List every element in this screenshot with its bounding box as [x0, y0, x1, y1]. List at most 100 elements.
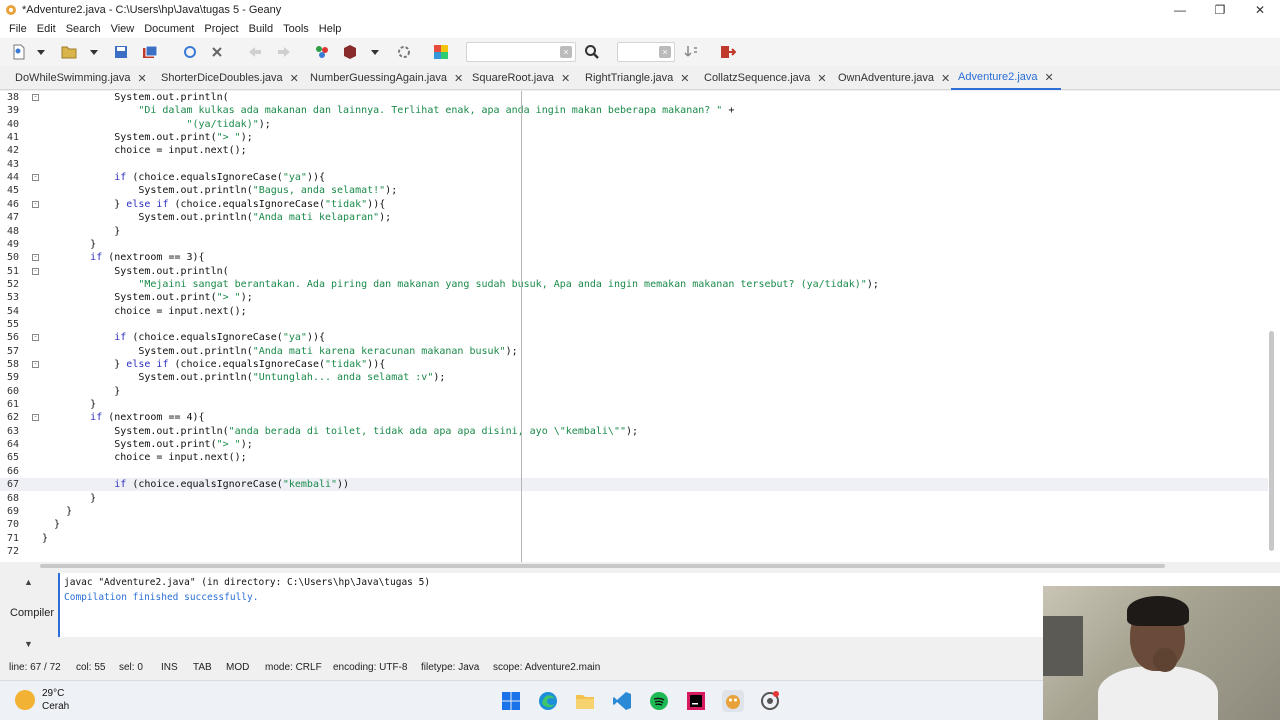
quit-icon[interactable]	[719, 43, 737, 61]
code-line[interactable]: 38 - System.out.println(	[0, 91, 1268, 104]
tab-collatzsequence[interactable]: CollatzSequence.java ✕	[704, 66, 827, 90]
close-tab-icon[interactable]: ✕	[290, 72, 299, 85]
fold-marker-icon[interactable]: -	[32, 414, 39, 422]
tab-adventure2[interactable]: Adventure2.java ✕	[951, 66, 1061, 90]
fold-marker-icon[interactable]: -	[32, 334, 39, 342]
spotify-icon[interactable]	[648, 690, 670, 712]
code-line[interactable]: 41 System.out.print("> ");	[0, 131, 1268, 144]
code-line[interactable]: 40 "(ya/tidak)");	[0, 118, 1268, 131]
tab-squareroot[interactable]: SquareRoot.java ✕	[472, 66, 570, 90]
close-tab-icon[interactable]: ✕	[561, 72, 570, 85]
tab-numberguessingagain[interactable]: NumberGuessingAgain.java ✕	[310, 66, 463, 90]
code-line[interactable]: 64 System.out.print("> ");	[0, 438, 1268, 451]
geany-icon[interactable]	[722, 690, 744, 712]
goto-line-input[interactable]: ×	[617, 42, 675, 62]
menu-tools[interactable]: Tools	[278, 23, 314, 35]
code-line[interactable]: 48 }	[0, 225, 1268, 238]
new-file-icon[interactable]	[10, 43, 28, 61]
code-line[interactable]: 51 - System.out.println(	[0, 265, 1268, 278]
weather-sun-icon[interactable]	[15, 690, 35, 710]
minimize-button[interactable]: —	[1160, 0, 1200, 20]
clear-goto-icon[interactable]: ×	[659, 46, 671, 58]
code-line[interactable]: 39 "Di dalam kulkas ada makanan dan lain…	[0, 104, 1268, 117]
panel-scroll-down-icon[interactable]: ▼	[24, 639, 33, 649]
goto-line-icon[interactable]	[682, 43, 700, 61]
code-line[interactable]: 70 }	[0, 518, 1268, 531]
code-line[interactable]: 66	[0, 465, 1268, 478]
navigate-forward-icon[interactable]	[275, 43, 293, 61]
fold-marker-icon[interactable]: -	[32, 267, 39, 275]
compile-icon[interactable]	[313, 43, 331, 61]
code-line[interactable]: 50 - if (nextroom == 3){	[0, 251, 1268, 264]
code-line[interactable]: 68 }	[0, 492, 1268, 505]
open-dropdown-icon[interactable]	[87, 43, 101, 61]
tab-shorterdicedoubles[interactable]: ShorterDiceDoubles.java ✕	[161, 66, 299, 90]
code-editor[interactable]: 38- System.out.println(39 "Di dalam kulk…	[0, 91, 1280, 562]
save-icon[interactable]	[112, 43, 130, 61]
menu-build[interactable]: Build	[244, 23, 278, 35]
close-file-icon[interactable]	[208, 43, 226, 61]
code-line[interactable]: 57 System.out.println("Anda mati karena …	[0, 345, 1268, 358]
code-line[interactable]: 46 - } else if (choice.equalsIgnoreCase("…	[0, 198, 1268, 211]
code-line[interactable]: 47 System.out.println("Anda mati kelapar…	[0, 211, 1268, 224]
weather-condition[interactable]: Cerah	[42, 701, 69, 712]
code-line[interactable]: 43	[0, 158, 1268, 171]
menu-search[interactable]: Search	[61, 23, 106, 35]
close-tab-icon[interactable]: ✕	[817, 72, 826, 85]
build-dropdown-icon[interactable]	[368, 43, 382, 61]
fold-marker-icon[interactable]: -	[32, 200, 39, 208]
panel-scroll-up-icon[interactable]: ▲	[24, 577, 33, 587]
code-line[interactable]: 44 - if (choice.equalsIgnoreCase("ya")){	[0, 171, 1268, 184]
fold-marker-icon[interactable]: -	[32, 254, 39, 262]
code-line[interactable]: 49 }	[0, 238, 1268, 251]
clear-search-icon[interactable]: ×	[560, 46, 572, 58]
close-tab-icon[interactable]: ✕	[1045, 71, 1054, 84]
menu-document[interactable]: Document	[139, 23, 199, 35]
tab-ownadventure[interactable]: OwnAdventure.java ✕	[838, 66, 950, 90]
file-explorer-icon[interactable]	[574, 690, 596, 712]
code-line[interactable]: 55	[0, 318, 1268, 331]
code-line[interactable]: 60 }	[0, 385, 1268, 398]
fold-marker-icon[interactable]: -	[32, 361, 39, 368]
intellij-icon[interactable]	[685, 690, 707, 712]
code-line[interactable]: 58 - } else if (choice.equalsIgnoreCase("…	[0, 358, 1268, 371]
code-line[interactable]: 67 if (choice.equalsIgnoreCase("kembali"…	[0, 478, 1268, 492]
search-input[interactable]: ×	[466, 42, 576, 62]
fold-marker-icon[interactable]: -	[32, 94, 39, 101]
code-line[interactable]: 72	[0, 545, 1268, 558]
code-line[interactable]: 71}	[0, 532, 1268, 545]
code-line[interactable]: 65 choice = input.next();	[0, 451, 1268, 464]
close-tab-icon[interactable]: ✕	[138, 72, 147, 85]
horizontal-scrollbar[interactable]	[0, 562, 1280, 570]
menu-project[interactable]: Project	[199, 23, 243, 35]
horizontal-scrollbar-thumb[interactable]	[40, 564, 1165, 568]
vscode-icon[interactable]	[611, 690, 633, 712]
menu-edit[interactable]: Edit	[32, 23, 61, 35]
open-folder-icon[interactable]	[60, 43, 78, 61]
tab-dowhileswimming[interactable]: DoWhileSwimming.java ✕	[15, 66, 147, 90]
execute-icon[interactable]	[395, 43, 413, 61]
navigate-back-icon[interactable]	[246, 43, 264, 61]
vertical-scrollbar-thumb[interactable]	[1269, 331, 1274, 551]
code-line[interactable]: 59 System.out.println("Untunglah... anda…	[0, 371, 1268, 384]
build-icon[interactable]	[341, 43, 359, 61]
edge-icon[interactable]	[537, 690, 559, 712]
menu-help[interactable]: Help	[314, 23, 347, 35]
code-line[interactable]: 62 - if (nextroom == 4){	[0, 411, 1268, 424]
close-window-button[interactable]: ✕	[1240, 0, 1280, 20]
code-line[interactable]: 45 System.out.println("Bagus, anda selam…	[0, 184, 1268, 197]
chrome-icon[interactable]	[759, 690, 781, 712]
close-tab-icon[interactable]: ✕	[680, 72, 689, 85]
save-all-icon[interactable]	[141, 43, 159, 61]
tab-compiler[interactable]: Compiler	[10, 607, 54, 619]
code-line[interactable]: 54 choice = input.next();	[0, 305, 1268, 318]
code-line[interactable]: 69 }	[0, 505, 1268, 518]
new-file-dropdown-icon[interactable]	[34, 43, 48, 61]
vertical-scrollbar[interactable]	[1268, 91, 1276, 562]
code-line[interactable]: 42 choice = input.next();	[0, 144, 1268, 157]
code-line[interactable]: 56 - if (choice.equalsIgnoreCase("ya")){	[0, 331, 1268, 344]
tab-righttriangle[interactable]: RightTriangle.java ✕	[585, 66, 689, 90]
close-tab-icon[interactable]: ✕	[454, 72, 463, 85]
code-line[interactable]: 61 }	[0, 398, 1268, 411]
code-line[interactable]: 63 System.out.println("anda berada di to…	[0, 425, 1268, 438]
